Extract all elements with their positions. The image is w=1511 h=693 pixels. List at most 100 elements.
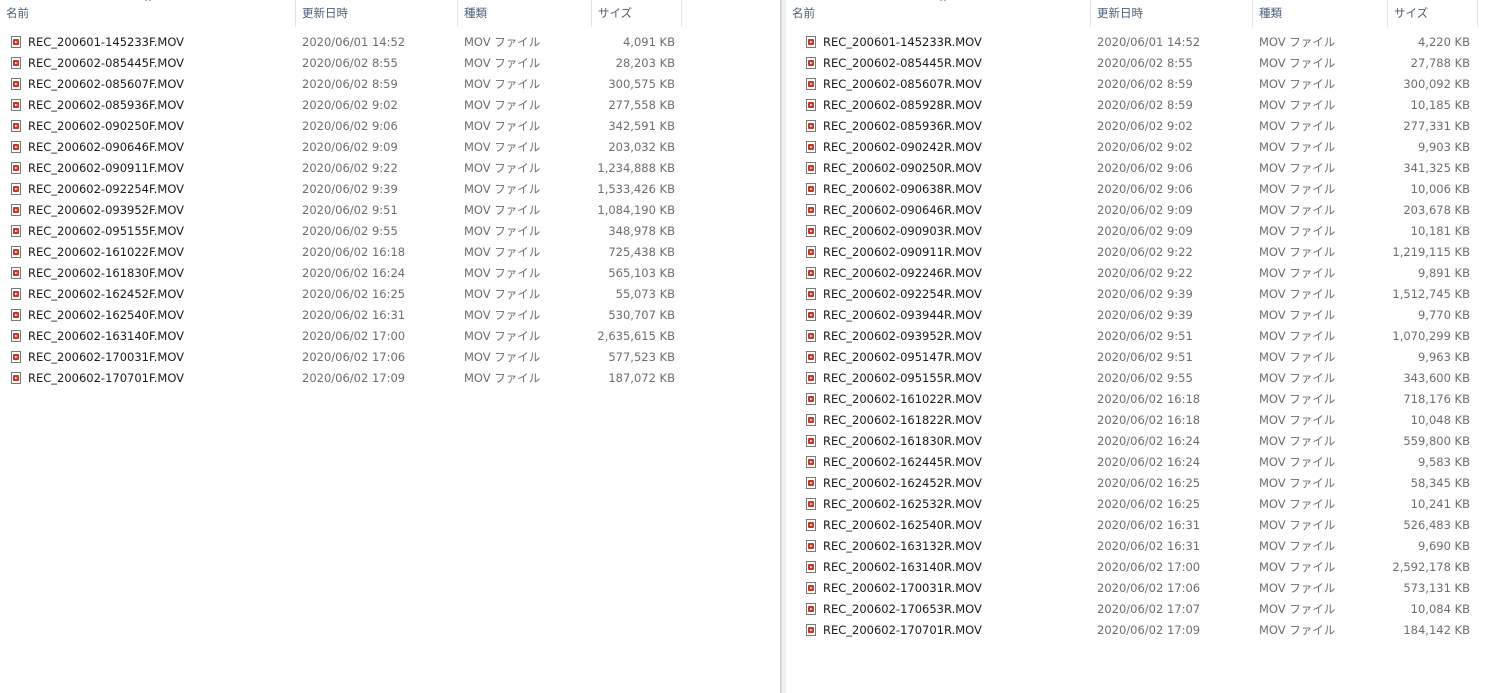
file-row[interactable]: REC_200602-170701F.MOV 2020/06/02 17:09 MO… xyxy=(0,368,780,389)
file-type: MOV ファイル xyxy=(464,119,541,133)
file-size: 10,181 KB xyxy=(1410,224,1470,238)
file-row[interactable]: REC_200601-145233R.MOV 2020/06/01 14:52 MO… xyxy=(786,32,1511,53)
file-row[interactable]: REC_200602-092254R.MOV 2020/06/02 9:39 MOV… xyxy=(786,284,1511,305)
file-row[interactable]: REC_200602-163140F.MOV 2020/06/02 17:00 MO… xyxy=(0,326,780,347)
file-name: REC_200602-161830R.MOV xyxy=(823,434,982,448)
file-name: REC_200602-163140R.MOV xyxy=(823,560,982,574)
file-name: REC_200602-090646F.MOV xyxy=(28,140,185,154)
file-size: 184,142 KB xyxy=(1403,623,1470,637)
column-header-size[interactable]: サイズ xyxy=(1388,0,1478,27)
file-type: MOV ファイル xyxy=(1259,182,1336,196)
file-name: REC_200602-161822R.MOV xyxy=(823,413,982,427)
file-type: MOV ファイル xyxy=(1259,224,1336,238)
file-row[interactable]: REC_200602-163140R.MOV 2020/06/02 17:00 MO… xyxy=(786,557,1511,578)
column-header-date[interactable]: 更新日時 xyxy=(1091,0,1253,27)
file-modified-date: 2020/06/02 17:00 xyxy=(1097,560,1201,574)
file-row[interactable]: REC_200601-145233F.MOV 2020/06/01 14:52 MO… xyxy=(0,32,780,53)
file-row[interactable]: REC_200602-163132R.MOV 2020/06/02 16:31 MO… xyxy=(786,536,1511,557)
file-row[interactable]: REC_200602-162540F.MOV 2020/06/02 16:31 MO… xyxy=(0,305,780,326)
file-row[interactable]: REC_200602-092254F.MOV 2020/06/02 9:39 MOV… xyxy=(0,179,780,200)
file-name: REC_200602-090911R.MOV xyxy=(823,245,982,259)
file-name: REC_200602-161022F.MOV xyxy=(28,245,185,259)
file-name: REC_200602-161022R.MOV xyxy=(823,392,982,406)
file-size: 277,331 KB xyxy=(1403,119,1470,133)
file-name: REC_200602-090250R.MOV xyxy=(823,161,982,175)
file-row[interactable]: REC_200602-161022R.MOV 2020/06/02 16:18 MO… xyxy=(786,389,1511,410)
file-row[interactable]: REC_200602-162532R.MOV 2020/06/02 16:25 MO… xyxy=(786,494,1511,515)
file-row[interactable]: REC_200602-161022F.MOV 2020/06/02 16:18 MO… xyxy=(0,242,780,263)
file-type: MOV ファイル xyxy=(1259,308,1336,322)
file-name: REC_200602-090646R.MOV xyxy=(823,203,982,217)
mov-file-icon xyxy=(806,624,816,636)
file-row[interactable]: REC_200602-095147R.MOV 2020/06/02 9:51 MOV… xyxy=(786,347,1511,368)
file-row[interactable]: REC_200602-161830R.MOV 2020/06/02 16:24 MO… xyxy=(786,431,1511,452)
file-name: REC_200602-162445R.MOV xyxy=(823,455,982,469)
file-size: 28,203 KB xyxy=(615,56,675,70)
file-modified-date: 2020/06/02 8:55 xyxy=(1097,56,1193,70)
file-modified-date: 2020/06/02 16:25 xyxy=(1097,476,1201,490)
file-modified-date: 2020/06/02 9:39 xyxy=(302,182,398,196)
file-size: 203,678 KB xyxy=(1403,203,1470,217)
file-name: REC_200602-093952R.MOV xyxy=(823,329,982,343)
file-name: REC_200602-161830F.MOV xyxy=(28,266,185,280)
file-row[interactable]: REC_200602-090250F.MOV 2020/06/02 9:06 MOV… xyxy=(0,116,780,137)
file-modified-date: 2020/06/02 16:25 xyxy=(1097,497,1201,511)
file-row[interactable]: REC_200602-093944R.MOV 2020/06/02 9:39 MOV… xyxy=(786,305,1511,326)
column-header-name[interactable]: 名前 xyxy=(786,0,1091,27)
file-modified-date: 2020/06/02 16:24 xyxy=(1097,434,1201,448)
file-row[interactable]: REC_200602-085445R.MOV 2020/06/02 8:55 MOV… xyxy=(786,53,1511,74)
file-type: MOV ファイル xyxy=(1259,518,1336,532)
column-header-size[interactable]: サイズ xyxy=(592,0,682,27)
file-row[interactable]: REC_200602-161822R.MOV 2020/06/02 16:18 MO… xyxy=(786,410,1511,431)
column-header-type[interactable]: 種類 xyxy=(1253,0,1388,27)
file-row[interactable]: REC_200602-162452F.MOV 2020/06/02 16:25 MO… xyxy=(0,284,780,305)
file-row[interactable]: REC_200602-162452R.MOV 2020/06/02 16:25 MO… xyxy=(786,473,1511,494)
file-row[interactable]: REC_200602-095155F.MOV 2020/06/02 9:55 MOV… xyxy=(0,221,780,242)
file-row[interactable]: REC_200602-085936F.MOV 2020/06/02 9:02 MOV… xyxy=(0,95,780,116)
file-row[interactable]: REC_200602-170031F.MOV 2020/06/02 17:06 MO… xyxy=(0,347,780,368)
file-modified-date: 2020/06/02 8:59 xyxy=(1097,77,1193,91)
file-modified-date: 2020/06/02 9:55 xyxy=(1097,371,1193,385)
file-list: REC_200601-145233F.MOV 2020/06/01 14:52 MO… xyxy=(0,32,780,389)
file-type: MOV ファイル xyxy=(1259,119,1336,133)
file-row[interactable]: REC_200602-093952R.MOV 2020/06/02 9:51 MOV… xyxy=(786,326,1511,347)
file-row[interactable]: REC_200602-090242R.MOV 2020/06/02 9:02 MOV… xyxy=(786,137,1511,158)
file-row[interactable]: REC_200602-090911F.MOV 2020/06/02 9:22 MOV… xyxy=(0,158,780,179)
file-size: 10,084 KB xyxy=(1410,602,1470,616)
file-size: 559,800 KB xyxy=(1403,434,1470,448)
file-row[interactable]: REC_200602-170031R.MOV 2020/06/02 17:06 MO… xyxy=(786,578,1511,599)
file-row[interactable]: REC_200602-085928R.MOV 2020/06/02 8:59 MOV… xyxy=(786,95,1511,116)
column-header-type[interactable]: 種類 xyxy=(458,0,592,27)
column-header-name[interactable]: 名前 xyxy=(0,0,296,27)
file-row[interactable]: REC_200602-092246R.MOV 2020/06/02 9:22 MOV… xyxy=(786,263,1511,284)
file-modified-date: 2020/06/02 9:06 xyxy=(302,119,398,133)
file-row[interactable]: REC_200602-095155R.MOV 2020/06/02 9:55 MOV… xyxy=(786,368,1511,389)
file-type: MOV ファイル xyxy=(1259,140,1336,154)
file-row[interactable]: REC_200602-170653R.MOV 2020/06/02 17:07 MO… xyxy=(786,599,1511,620)
file-row[interactable]: REC_200602-090646F.MOV 2020/06/02 9:09 MOV… xyxy=(0,137,780,158)
file-row[interactable]: REC_200602-085607F.MOV 2020/06/02 8:59 MOV… xyxy=(0,74,780,95)
file-row[interactable]: REC_200602-162445R.MOV 2020/06/02 16:24 MO… xyxy=(786,452,1511,473)
file-row[interactable]: REC_200602-090638R.MOV 2020/06/02 9:06 MOV… xyxy=(786,179,1511,200)
mov-file-icon xyxy=(806,414,816,426)
file-name: REC_200602-170701R.MOV xyxy=(823,623,982,637)
file-type: MOV ファイル xyxy=(464,56,541,70)
file-modified-date: 2020/06/02 9:02 xyxy=(1097,119,1193,133)
file-row[interactable]: REC_200602-093952F.MOV 2020/06/02 9:51 MOV… xyxy=(0,200,780,221)
file-type: MOV ファイル xyxy=(1259,203,1336,217)
file-size: 4,220 KB xyxy=(1417,35,1470,49)
file-row[interactable]: REC_200602-090646R.MOV 2020/06/02 9:09 MOV… xyxy=(786,200,1511,221)
mov-file-icon xyxy=(11,267,21,279)
file-row[interactable]: REC_200602-090250R.MOV 2020/06/02 9:06 MOV… xyxy=(786,158,1511,179)
file-row[interactable]: REC_200602-085607R.MOV 2020/06/02 8:59 MOV… xyxy=(786,74,1511,95)
file-row[interactable]: REC_200602-090911R.MOV 2020/06/02 9:22 MOV… xyxy=(786,242,1511,263)
column-header-date[interactable]: 更新日時 xyxy=(296,0,458,27)
file-name: REC_200602-162452F.MOV xyxy=(28,287,185,301)
file-row[interactable]: REC_200602-162540R.MOV 2020/06/02 16:31 MO… xyxy=(786,515,1511,536)
file-type: MOV ファイル xyxy=(1259,35,1336,49)
file-row[interactable]: REC_200602-085445F.MOV 2020/06/02 8:55 MOV… xyxy=(0,53,780,74)
file-row[interactable]: REC_200602-085936R.MOV 2020/06/02 9:02 MOV… xyxy=(786,116,1511,137)
file-row[interactable]: REC_200602-170701R.MOV 2020/06/02 17:09 MO… xyxy=(786,620,1511,641)
file-row[interactable]: REC_200602-161830F.MOV 2020/06/02 16:24 MO… xyxy=(0,263,780,284)
file-row[interactable]: REC_200602-090903R.MOV 2020/06/02 9:09 MOV… xyxy=(786,221,1511,242)
